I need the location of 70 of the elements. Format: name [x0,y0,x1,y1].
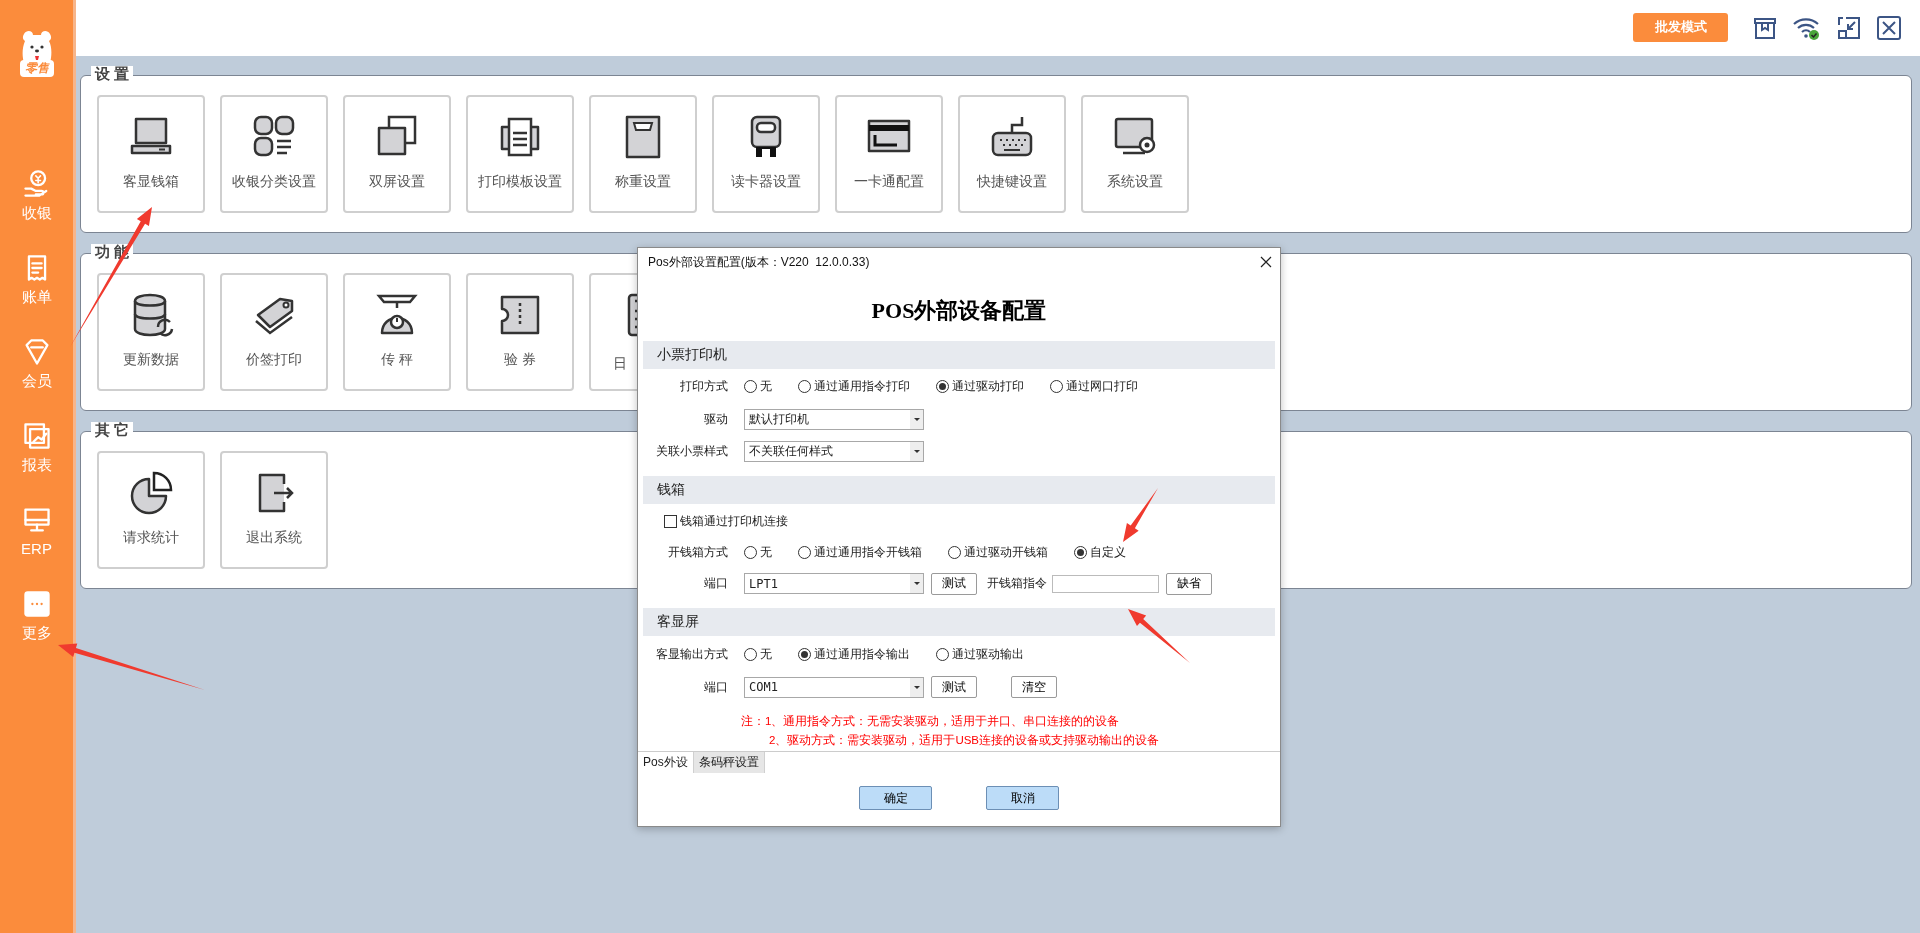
radio-option[interactable]: 无 [744,543,772,561]
dialog-button[interactable]: 清空 [1011,676,1057,698]
close-icon[interactable] [1876,15,1902,41]
input-field[interactable] [1052,574,1159,593]
close-icon[interactable] [1260,256,1272,268]
function-tile[interactable]: 收银分类设置 [220,95,328,213]
window-title: Pos外部设置配置(版本：V220 12.0.0.33) [648,253,870,271]
field-label: 客显输出方式 [655,645,728,663]
tab[interactable]: Pos外设 [638,752,694,773]
function-tile[interactable]: 读卡器设置 [712,95,820,213]
dropdown[interactable]: 默认打印机 [744,408,924,430]
radio-option[interactable]: 无 [744,378,772,395]
caret-icon [910,409,923,429]
radio-option[interactable]: 通过网口打印 [1050,378,1138,395]
radio-option[interactable]: 通过通用指令开钱箱 [798,543,922,561]
function-tile[interactable]: 验 券 [466,273,574,391]
section-title: 其 它 [91,422,134,438]
function-tile[interactable]: 请求统计 [97,451,205,569]
logo-badge: 零售 [19,60,54,77]
function-tile[interactable]: 快捷键设置 [958,95,1066,213]
group-header: 客显屏 [643,608,1275,636]
dialog-heading: POS外部设备配置 [870,297,1048,325]
function-tile[interactable]: 更新数据 [97,273,205,391]
caret-icon [910,574,923,593]
dialog-button[interactable]: 缺省 [1166,572,1212,595]
group-header: 钱箱 [643,476,1275,504]
field-label: 关联小票样式 [655,443,728,460]
radio-option[interactable]: 通过通用指令输出 [798,645,910,663]
caret-icon [910,677,923,697]
shrink-icon[interactable] [1836,15,1862,41]
dialog-button[interactable]: 取消 [986,786,1059,810]
dropdown[interactable]: COM1 [744,676,924,698]
dialog-button[interactable]: 确定 [859,786,932,810]
field-label: 开钱箱方式 [667,543,728,561]
checkbox[interactable]: 钱箱通过打印机连接 [664,512,788,530]
function-tile[interactable]: 称重设置 [589,95,697,213]
tab[interactable]: 条码秤设置 [693,752,765,773]
function-tile[interactable]: 双屏设置 [343,95,451,213]
dialog-button[interactable]: 测试 [931,676,977,698]
dropdown[interactable]: LPT1 [744,573,924,594]
dropdown[interactable]: 不关联任何样式 [744,441,924,462]
field-label: 端口 [703,678,728,696]
field-label: 端口 [703,575,728,592]
group-header: 小票打印机 [643,341,1275,369]
function-tile[interactable]: 系统设置 [1081,95,1189,213]
field-label: 开钱箱指令 [987,575,1047,592]
radio-option[interactable]: 通过驱动打印 [936,378,1024,395]
more-icon [21,589,52,619]
dialog-button[interactable]: 测试 [931,572,977,595]
box-icon[interactable] [1752,15,1778,41]
field-label: 打印方式 [679,378,728,395]
function-tile[interactable]: 退出系统 [220,451,328,569]
radio-option[interactable]: 自定义 [1074,543,1126,561]
section-title: 设 置 [91,66,134,82]
function-tile[interactable]: 价签打印 [220,273,328,391]
function-tile[interactable]: 打印模板设置 [466,95,574,213]
caret-icon [910,442,923,461]
radio-option[interactable]: 通过驱动输出 [936,645,1024,663]
note-text: 2、驱动方式：需安装驱动，适用于USB连接的设备或支持驱动输出的设备 [768,733,1161,747]
radio-option[interactable]: 无 [744,645,772,663]
function-tile[interactable]: 客显钱箱 [97,95,205,213]
function-tile[interactable]: 一卡通配置 [835,95,943,213]
wifi-icon[interactable] [1792,15,1822,41]
note-text: 注：1、通用指令方式：无需安装驱动，适用于并口、串口连接的的设备 [740,714,1121,728]
monitor-icon [21,505,52,535]
function-tile[interactable]: 传 秤 [343,273,451,391]
field-label: 驱动 [703,410,728,428]
radio-option[interactable]: 通过驱动开钱箱 [948,543,1048,561]
chart-icon [21,421,52,451]
radio-option[interactable]: 通过通用指令打印 [798,378,910,395]
